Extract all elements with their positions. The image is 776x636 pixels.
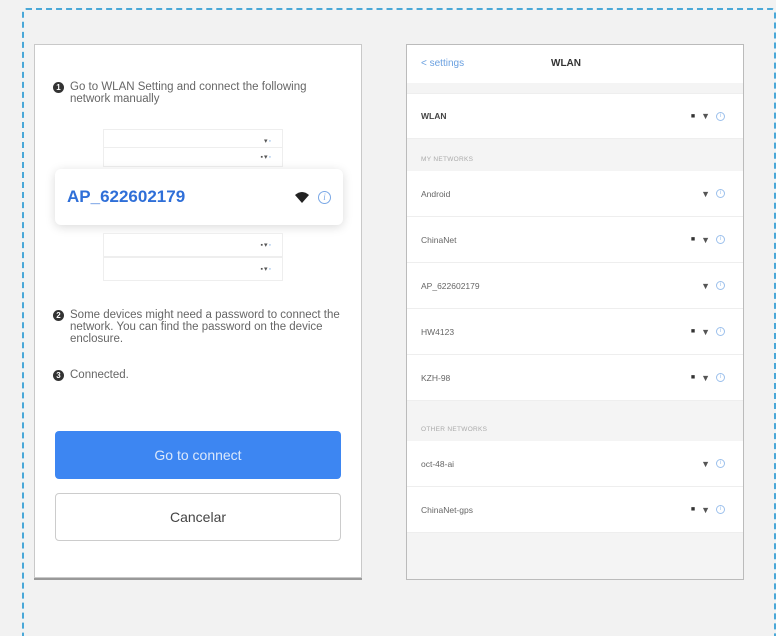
- step-2-text: Some devices might need a password to co…: [70, 309, 340, 345]
- step-1-text: Go to WLAN Setting and connect the follo…: [70, 81, 307, 105]
- wifi-icon: ▼: [701, 234, 710, 245]
- wifi-icon: ▼: [701, 111, 710, 121]
- lock-icon: ■: [690, 328, 696, 335]
- lock-icon: ■: [690, 236, 696, 243]
- info-icon[interactable]: i: [716, 189, 725, 198]
- mini-row-icons: ▪▾◦: [260, 154, 272, 161]
- back-to-settings-link[interactable]: < settings: [421, 58, 464, 69]
- info-icon[interactable]: i: [716, 459, 725, 468]
- other-networks-header: OTHER NETWORKS: [421, 426, 488, 433]
- row-icons: ▼ i: [701, 189, 725, 199]
- wlan-toggle-row[interactable]: WLAN ■ ▼ i: [407, 93, 743, 139]
- info-icon[interactable]: i: [318, 190, 331, 204]
- mini-network-row: ▪▾◦: [103, 257, 283, 281]
- network-name: KZH-98: [421, 372, 451, 383]
- highlighted-network-row[interactable]: AP_622602179 i: [55, 169, 343, 225]
- cancel-button[interactable]: Cancelar: [55, 493, 341, 541]
- page-title: WLAN: [551, 58, 581, 69]
- instruction-card: 1 Go to WLAN Setting and connect the fol…: [34, 44, 362, 578]
- row-icons: ■ ▼ i: [691, 505, 725, 515]
- wifi-icon: [295, 191, 309, 203]
- network-name: oct-48-ai: [421, 458, 455, 469]
- wifi-icon: ▼: [701, 280, 710, 291]
- network-row[interactable]: Android ▼ i: [407, 171, 743, 217]
- mini-row-icons: ▪▾◦: [260, 242, 272, 249]
- lock-icon: ■: [690, 506, 696, 513]
- wlan-row-label: WLAN: [421, 111, 447, 121]
- wifi-icon: ▼: [701, 188, 710, 199]
- row-icons: ▼ i: [701, 459, 725, 469]
- lock-icon: ■: [690, 374, 696, 381]
- row-icons: ■ ▼ i: [691, 111, 725, 121]
- network-name: ChinaNet-gps: [421, 504, 473, 515]
- network-row[interactable]: AP_622602179 ▼ i: [407, 263, 743, 309]
- go-to-connect-button[interactable]: Go to connect: [55, 431, 341, 479]
- my-networks-header: MY NETWORKS: [421, 156, 474, 163]
- row-icons: ■ ▼ i: [691, 327, 725, 337]
- info-icon[interactable]: i: [716, 111, 725, 121]
- mini-row-icons: ▾◦: [264, 138, 272, 145]
- step-1-number: 1: [53, 82, 64, 93]
- highlighted-network-icons: i: [294, 190, 331, 204]
- row-icons: ▼ i: [701, 281, 725, 291]
- step-2: 2 Some devices might need a password to …: [53, 309, 349, 345]
- wifi-icon: ▼: [701, 326, 710, 337]
- wifi-icon: ▼: [701, 372, 710, 383]
- phone-wlan-settings: < settings WLAN WLAN ■ ▼ i MY NETWORKS A…: [406, 44, 744, 580]
- step-3: 3 Connected.: [53, 369, 349, 381]
- row-icons: ■ ▼ i: [691, 235, 725, 245]
- info-icon[interactable]: i: [716, 235, 725, 244]
- network-name: AP_622602179: [421, 280, 480, 291]
- nav-bar: < settings WLAN: [407, 45, 743, 83]
- highlighted-network-name: AP_622602179: [67, 187, 186, 206]
- info-icon[interactable]: i: [716, 373, 725, 382]
- mini-network-row: ▪▾◦: [103, 233, 283, 257]
- wifi-icon: ▼: [701, 458, 710, 469]
- step-3-number: 3: [53, 370, 64, 381]
- wifi-icon: ▼: [701, 504, 710, 515]
- mini-row-icons: ▪▾◦: [260, 266, 272, 273]
- network-row[interactable]: HW4123 ■ ▼ i: [407, 309, 743, 355]
- network-row[interactable]: ChinaNet ■ ▼ i: [407, 217, 743, 263]
- lock-icon: ■: [690, 112, 696, 120]
- info-icon[interactable]: i: [716, 281, 725, 290]
- network-row[interactable]: KZH-98 ■ ▼ i: [407, 355, 743, 401]
- mini-network-row: ▪▾◦: [103, 147, 283, 167]
- step-3-text: Connected.: [70, 369, 129, 381]
- network-name: ChinaNet: [421, 234, 457, 245]
- network-row[interactable]: ChinaNet-gps ■ ▼ i: [407, 487, 743, 533]
- row-icons: ■ ▼ i: [691, 373, 725, 383]
- info-icon[interactable]: i: [716, 327, 725, 336]
- network-row[interactable]: oct-48-ai ▼ i: [407, 441, 743, 487]
- network-name: Android: [421, 188, 451, 199]
- network-name: HW4123: [421, 326, 455, 337]
- info-icon[interactable]: i: [716, 505, 725, 514]
- step-1: 1 Go to WLAN Setting and connect the fol…: [53, 81, 349, 105]
- step-2-number: 2: [53, 310, 64, 321]
